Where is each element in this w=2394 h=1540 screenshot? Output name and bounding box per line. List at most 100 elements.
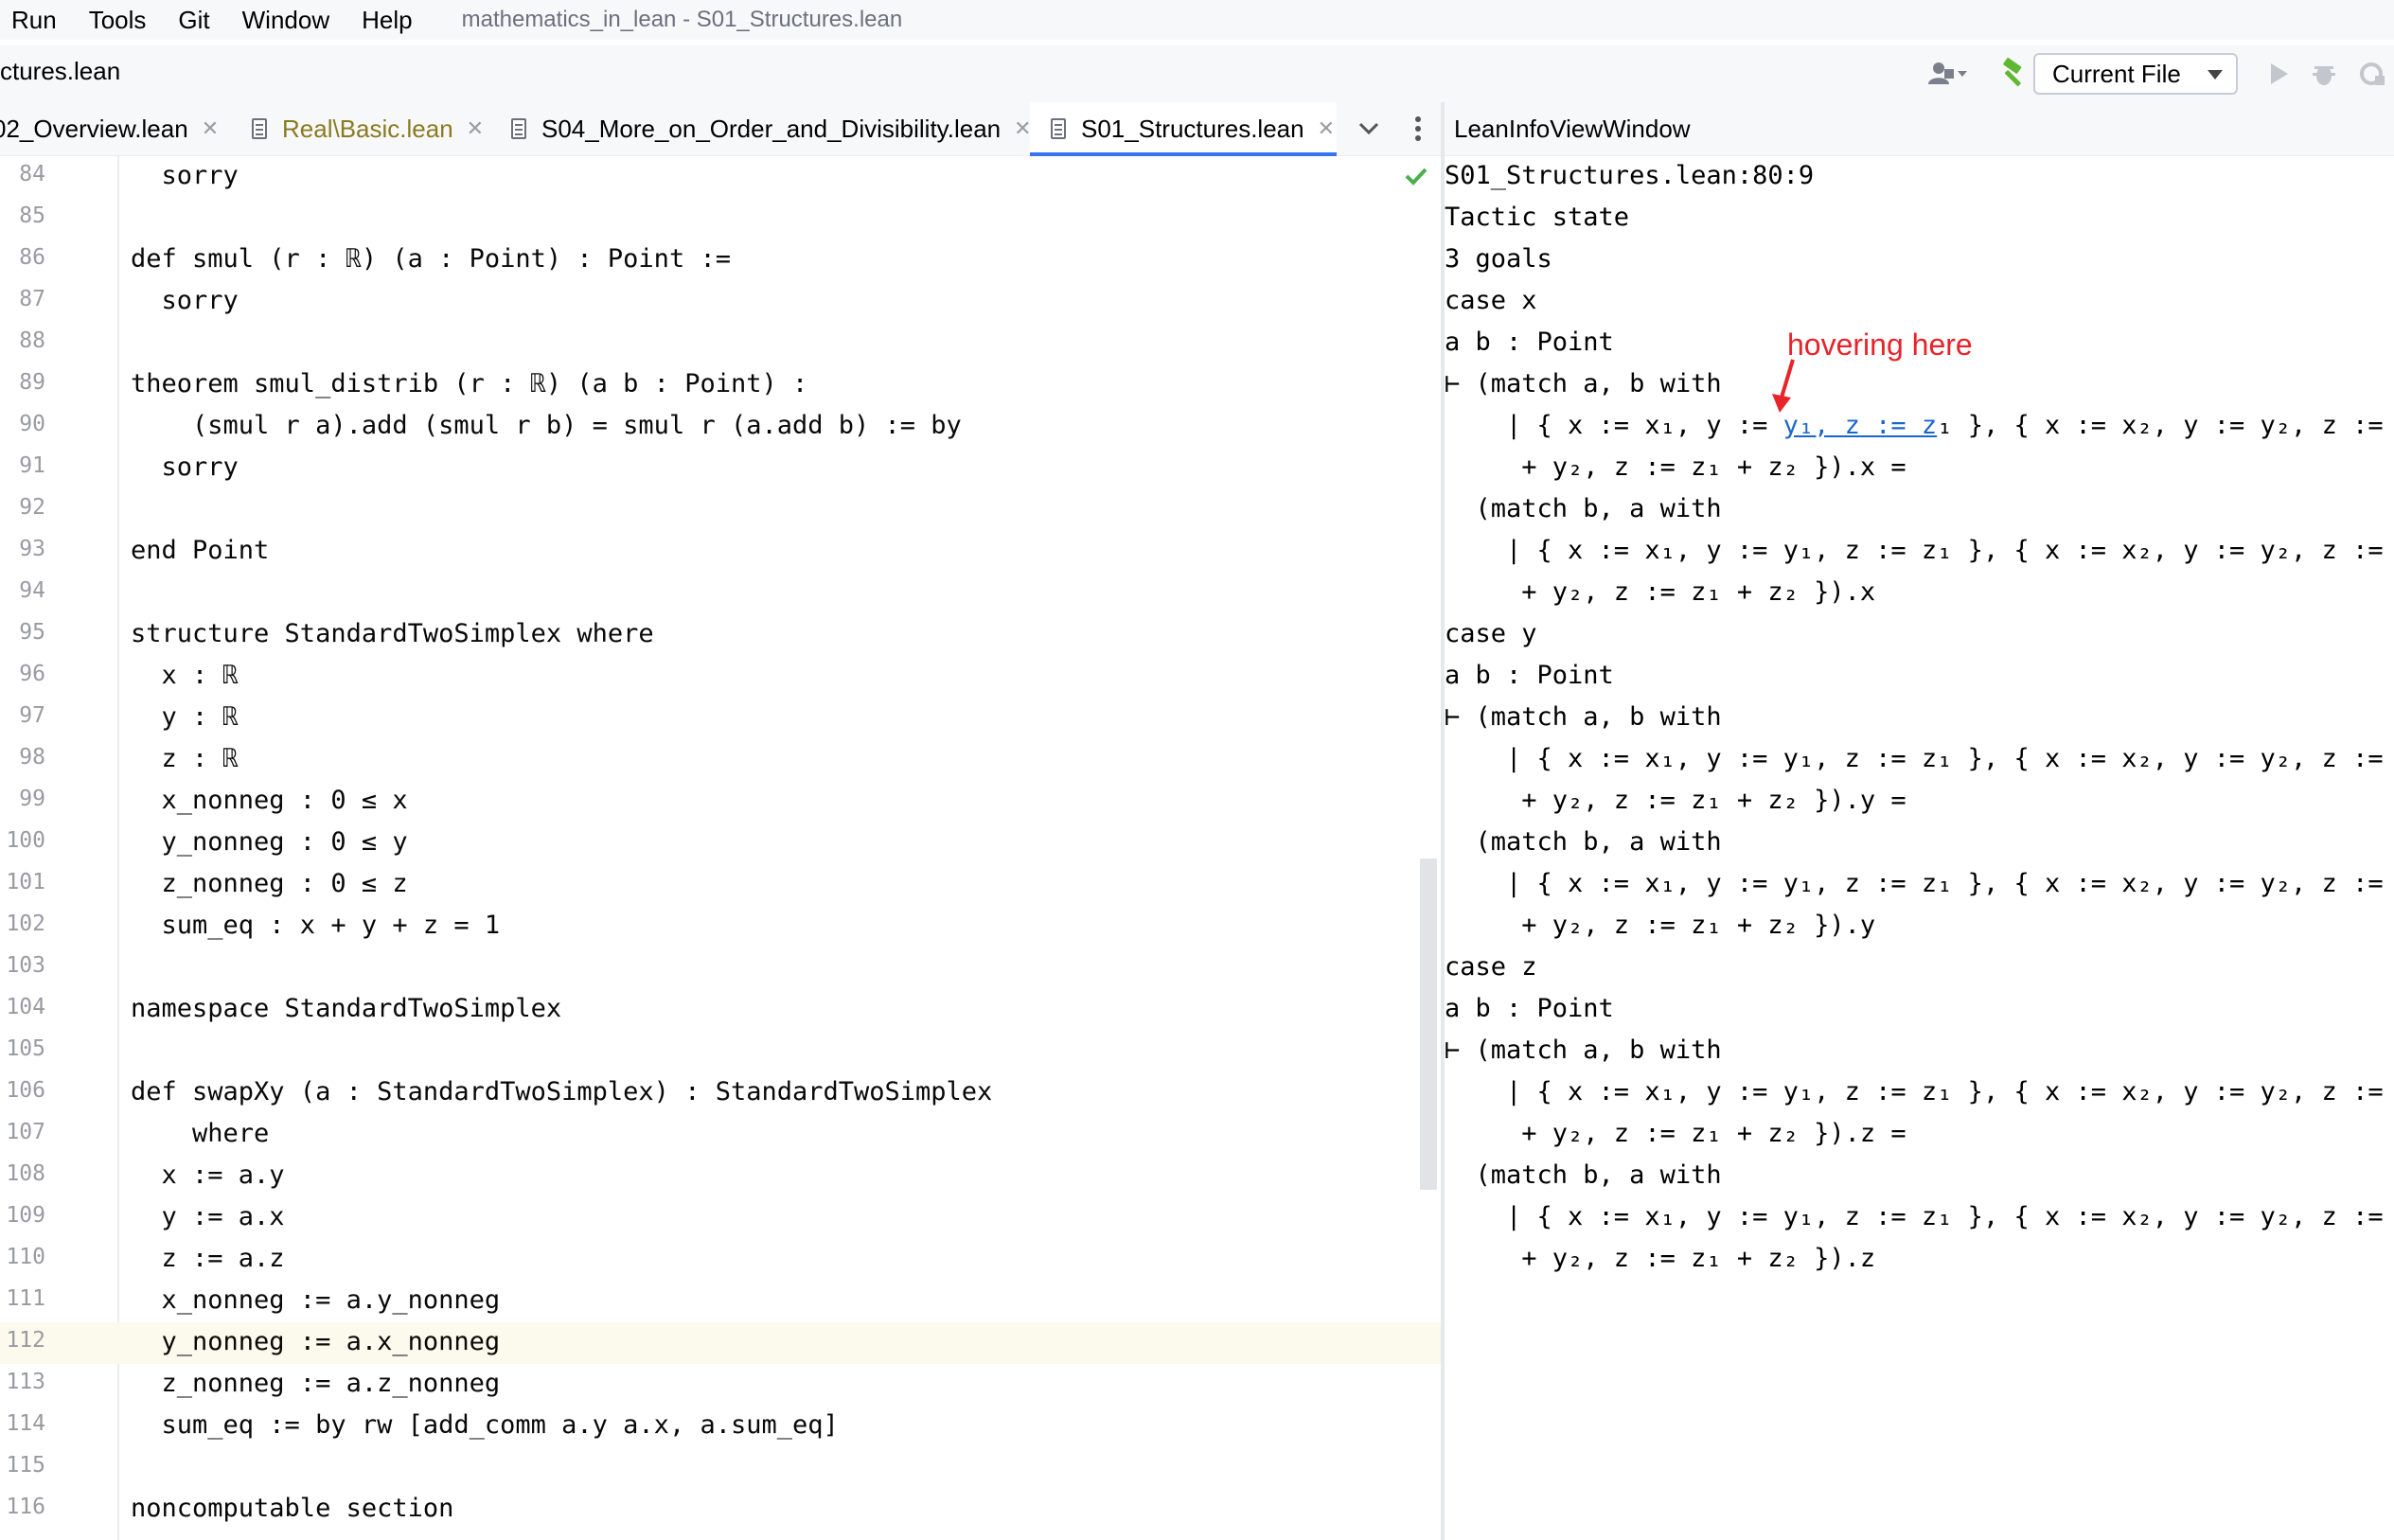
code-line[interactable]: 111 x_nonneg := a.y_nonneg	[0, 1281, 1441, 1322]
code-text[interactable]: where	[131, 1119, 269, 1148]
close-icon[interactable]: ✕	[1318, 116, 1335, 141]
close-icon[interactable]: ✕	[1014, 116, 1031, 141]
goal-text: | { x := x₁, y :=	[1445, 411, 1783, 440]
code-line[interactable]: 87 sorry	[0, 281, 1441, 323]
code-text[interactable]: y : ℝ	[131, 702, 239, 732]
menu-window[interactable]: Window	[242, 6, 329, 35]
code-text[interactable]: sorry	[131, 452, 239, 482]
code-line[interactable]: 85	[0, 198, 1441, 239]
line-number: 104	[6, 995, 45, 1019]
code-line[interactable]: 95 structure StandardTwoSimplex where	[0, 614, 1441, 656]
run-configuration-select[interactable]: Current File	[2033, 53, 2238, 95]
code-line[interactable]: 115	[0, 1447, 1441, 1489]
more-options-icon[interactable]	[1401, 112, 1435, 146]
code-line[interactable]: 88	[0, 323, 1441, 364]
code-text[interactable]: z := a.z	[131, 1244, 285, 1273]
code-text[interactable]: x := a.y	[131, 1160, 285, 1190]
goal-line: + y₂, z := z₁ + z₂ }).x	[1445, 577, 1876, 607]
code-text[interactable]: x_nonneg := a.y_nonneg	[131, 1285, 501, 1315]
code-text[interactable]: def swapXy (a : StandardTwoSimplex) : St…	[131, 1077, 992, 1106]
build-hammer-icon[interactable]	[1995, 57, 2033, 91]
code-line[interactable]: 104 namespace StandardTwoSimplex	[0, 989, 1441, 1031]
code-line[interactable]: 102 sum_eq : x + y + z = 1	[0, 906, 1441, 947]
code-line[interactable]: 106 def swapXy (a : StandardTwoSimplex) :…	[0, 1072, 1441, 1114]
code-text[interactable]: def smul (r : ℝ) (a : Point) : Point :=	[131, 244, 731, 274]
code-text[interactable]: y_nonneg : 0 ≤ y	[131, 827, 408, 857]
code-line[interactable]: 96 x : ℝ	[0, 656, 1441, 698]
line-number: 87	[19, 287, 45, 311]
tab-real-basic[interactable]: Real\Basic.lean ✕	[252, 102, 484, 155]
code-line[interactable]: 84 sorry	[0, 156, 1441, 198]
goal-line: + y₂, z := z₁ + z₂ }).z =	[1445, 1119, 1906, 1148]
file-icon	[1051, 118, 1066, 139]
code-line[interactable]: 99 x_nonneg : 0 ≤ x	[0, 781, 1441, 823]
code-line[interactable]: 116 noncomputable section	[0, 1489, 1441, 1531]
coverage-icon[interactable]	[2357, 57, 2389, 91]
goal-line: ⊢ (match a, b with	[1445, 369, 1722, 398]
menu-run[interactable]: Run	[11, 6, 57, 35]
window-title: mathematics_in_lean - S01_Structures.lea…	[461, 7, 903, 32]
code-line[interactable]: 89 theorem smul_distrib (r : ℝ) (a b : Po…	[0, 364, 1441, 406]
chevron-down-icon[interactable]	[1352, 112, 1386, 146]
menu-help[interactable]: Help	[362, 6, 412, 35]
editor-scrollbar[interactable]	[1420, 859, 1437, 1190]
code-line[interactable]: 107 where	[0, 1114, 1441, 1156]
code-line[interactable]: 113 z_nonneg := a.z_nonneg	[0, 1364, 1441, 1406]
goal-line-hovered: | { x := x₁, y := y₁, z := z₁ }, { x := …	[1445, 411, 2394, 452]
breadcrumb[interactable]: ctures.lean	[0, 57, 120, 86]
line-number: 112	[6, 1328, 45, 1353]
code-text[interactable]: structure StandardTwoSimplex where	[131, 619, 654, 648]
code-line[interactable]: 93 end Point	[0, 531, 1441, 573]
code-text[interactable]: y_nonneg := a.x_nonneg	[131, 1327, 501, 1356]
tab-overview[interactable]: 02_Overview.lean ✕	[0, 102, 219, 155]
code-text[interactable]: theorem smul_distrib (r : ℝ) (a b : Poin…	[131, 369, 807, 398]
close-icon[interactable]: ✕	[202, 116, 219, 141]
code-line[interactable]: 98 z : ℝ	[0, 739, 1441, 781]
goal-line: + y₂, z := z₁ + z₂ }).y =	[1445, 786, 1906, 815]
code-text[interactable]: z : ℝ	[131, 744, 239, 773]
goal-position[interactable]: S01_Structures.lean:80:9	[1445, 161, 1814, 203]
code-text[interactable]: (smul r a).add (smul r b) = smul r (a.ad…	[131, 411, 962, 440]
run-icon[interactable]	[2262, 57, 2295, 91]
code-line[interactable]: 100 y_nonneg : 0 ≤ y	[0, 823, 1441, 864]
goal-line: (match b, a with	[1445, 1160, 1722, 1190]
code-text[interactable]: y := a.x	[131, 1202, 285, 1231]
code-text[interactable]: x : ℝ	[131, 661, 239, 690]
code-line[interactable]: 94	[0, 573, 1441, 614]
code-line[interactable]: 90 (smul r a).add (smul r b) = smul r (a…	[0, 406, 1441, 448]
menu-tools[interactable]: Tools	[89, 6, 147, 35]
code-text[interactable]: sorry	[131, 161, 239, 190]
code-line[interactable]: 103	[0, 947, 1441, 989]
code-line[interactable]: 101 z_nonneg : 0 ≤ z	[0, 864, 1441, 906]
code-line[interactable]: 112 y_nonneg := a.x_nonneg	[0, 1322, 1441, 1364]
code-text[interactable]: z_nonneg := a.z_nonneg	[131, 1369, 501, 1398]
code-line[interactable]: 109 y := a.x	[0, 1197, 1441, 1239]
code-editor[interactable]: 84 sorry 85 86 def smul (r : ℝ) (a : Point)…	[0, 156, 1441, 1540]
code-line[interactable]: 91 sorry	[0, 448, 1441, 489]
code-line[interactable]: 97 y : ℝ	[0, 698, 1441, 739]
user-icon[interactable]	[1922, 57, 1975, 91]
code-line[interactable]: 105	[0, 1031, 1441, 1072]
code-text[interactable]: sorry	[131, 286, 239, 315]
tab-s04-more-on-order[interactable]: S04_More_on_Order_and_Divisibility.lean …	[511, 102, 1032, 155]
code-text[interactable]: namespace StandardTwoSimplex	[131, 994, 561, 1023]
menu-git[interactable]: Git	[178, 6, 209, 35]
code-line[interactable]: 108 x := a.y	[0, 1156, 1441, 1197]
code-line[interactable]: 114 sum_eq := by rw [add_comm a.y a.x, a…	[0, 1406, 1441, 1447]
line-number: 94	[19, 578, 45, 603]
code-text[interactable]: noncomputable section	[131, 1494, 453, 1523]
code-line[interactable]: 110 z := a.z	[0, 1239, 1441, 1281]
close-icon[interactable]: ✕	[467, 116, 484, 141]
hover-link[interactable]: y₁, z := z	[1783, 411, 1938, 440]
code-line[interactable]: 92	[0, 489, 1441, 531]
tab-s01-structures[interactable]: S01_Structures.lean ✕	[1030, 102, 1337, 157]
code-text[interactable]: z_nonneg : 0 ≤ z	[131, 869, 408, 898]
code-text[interactable]: end Point	[131, 536, 269, 565]
debug-icon[interactable]	[2308, 57, 2340, 91]
line-number: 103	[6, 953, 45, 978]
line-number: 95	[19, 620, 45, 645]
code-line[interactable]: 86 def smul (r : ℝ) (a : Point) : Point :…	[0, 239, 1441, 281]
code-text[interactable]: x_nonneg : 0 ≤ x	[131, 786, 408, 815]
code-text[interactable]: sum_eq := by rw [add_comm a.y a.x, a.sum…	[131, 1410, 839, 1440]
code-text[interactable]: sum_eq : x + y + z = 1	[131, 911, 501, 940]
